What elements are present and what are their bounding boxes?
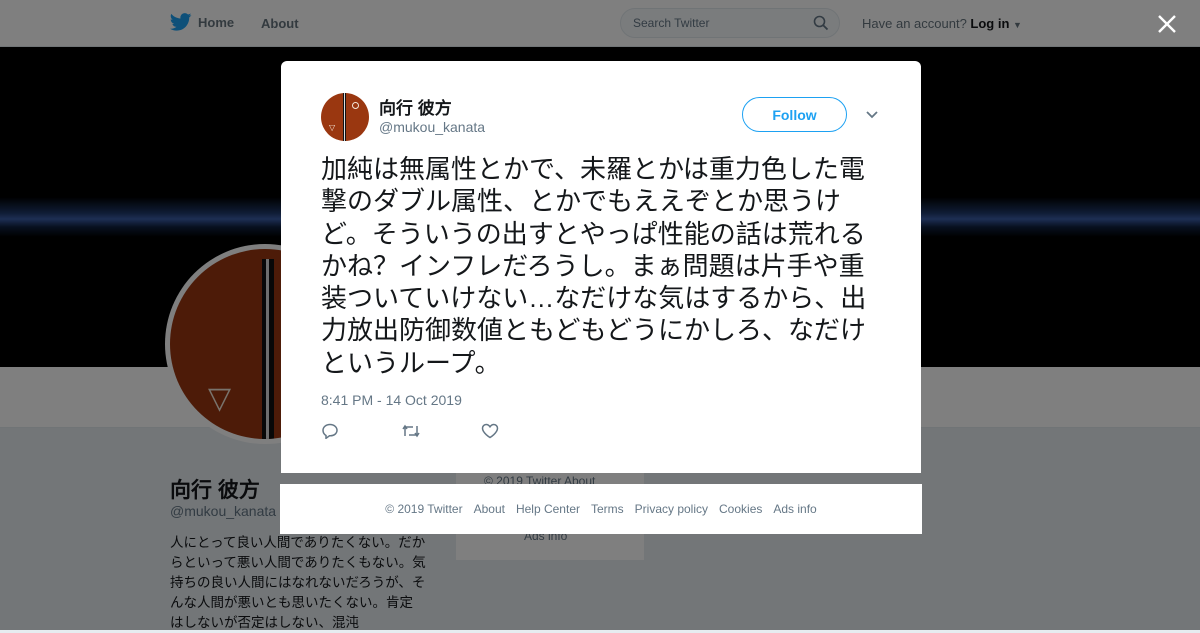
like-button[interactable] — [481, 423, 561, 443]
footer-about-link[interactable]: About — [474, 502, 505, 516]
tweet-modal: ▽ 向行 彼方 @mukou_kanata Follow 加純は無属性とかで、未… — [281, 61, 921, 473]
like-icon — [481, 423, 499, 439]
tweet-author-handle[interactable]: @mukou_kanata — [379, 119, 485, 135]
reply-icon — [322, 423, 338, 440]
close-icon[interactable] — [1153, 10, 1181, 38]
tweet-author-name[interactable]: 向行 彼方 — [379, 94, 452, 119]
footer-copyright: © 2019 Twitter — [385, 502, 463, 516]
footer-terms-link[interactable]: Terms — [591, 502, 624, 516]
retweet-icon — [402, 424, 420, 438]
reply-button[interactable] — [321, 423, 401, 443]
modal-footer: © 2019 Twitter About Help Center Terms P… — [280, 484, 922, 534]
footer-cookies-link[interactable]: Cookies — [719, 502, 762, 516]
chevron-down-icon[interactable] — [864, 106, 880, 122]
retweet-button[interactable] — [401, 423, 481, 443]
footer-ads-info-link[interactable]: Ads info — [773, 502, 816, 516]
tweet-text: 加純は無属性とかで、未羅とかは重力色した電撃のダブル属性、とかでもええぞとか思う… — [321, 154, 867, 378]
follow-button[interactable]: Follow — [742, 97, 847, 132]
tweet-author-avatar[interactable]: ▽ — [321, 93, 369, 141]
footer-privacy-link[interactable]: Privacy policy — [635, 502, 708, 516]
tweet-timestamp[interactable]: 8:41 PM - 14 Oct 2019 — [321, 392, 462, 408]
footer-help-center-link[interactable]: Help Center — [516, 502, 580, 516]
tweet-actions — [321, 423, 561, 443]
